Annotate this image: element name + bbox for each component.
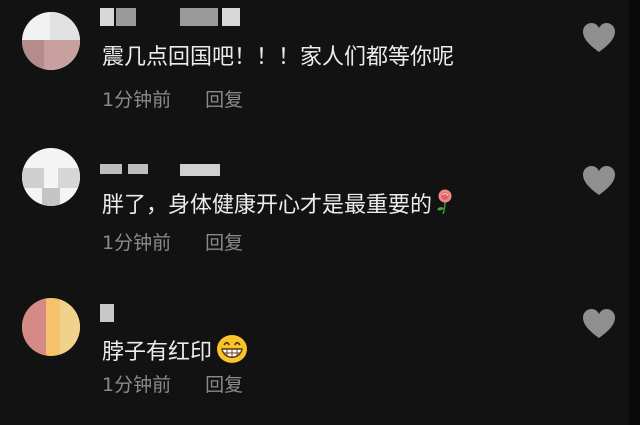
reply-button[interactable]: 回复 (205, 373, 243, 397)
like-heart-icon[interactable] (582, 165, 616, 197)
comment-text: 震几点回国吧！！！家人们都等你呢 (102, 44, 454, 72)
comment-item: 震几点回国吧！！！家人们都等你呢 1分钟前 回复 (0, 0, 640, 140)
reply-button[interactable]: 回复 (205, 231, 243, 255)
comment-text-content: 脖子有红印 (102, 340, 213, 365)
reply-button[interactable]: 回复 (205, 88, 243, 112)
like-heart-icon[interactable] (582, 22, 616, 54)
avatar[interactable] (22, 298, 80, 356)
rose-emoji-icon (436, 189, 454, 223)
avatar[interactable] (22, 148, 80, 206)
comment-time: 1分钟前 (102, 374, 172, 396)
comment-time: 1分钟前 (102, 232, 172, 254)
comment-item: 脖子有红印 1分钟前 回复 (0, 280, 640, 425)
comment-text: 脖子有红印 (102, 334, 248, 372)
avatar[interactable] (22, 12, 80, 70)
grinning-face-emoji-icon (216, 334, 248, 372)
comment-text: 胖了，身体健康开心才是最重要的 (102, 189, 454, 223)
comment-time: 1分钟前 (102, 89, 172, 111)
comment-item: 胖了，身体健康开心才是最重要的 1分钟前 回复 (0, 140, 640, 280)
comment-meta: 1分钟前 回复 (102, 231, 243, 255)
comment-text-content: 震几点回国吧！！！家人们都等你呢 (102, 45, 455, 70)
like-heart-icon[interactable] (582, 308, 616, 340)
comment-text-content: 胖了，身体健康开心才是最重要的 (102, 193, 433, 218)
comment-meta: 1分钟前 回复 (102, 88, 243, 112)
comment-meta: 1分钟前 回复 (102, 373, 243, 397)
